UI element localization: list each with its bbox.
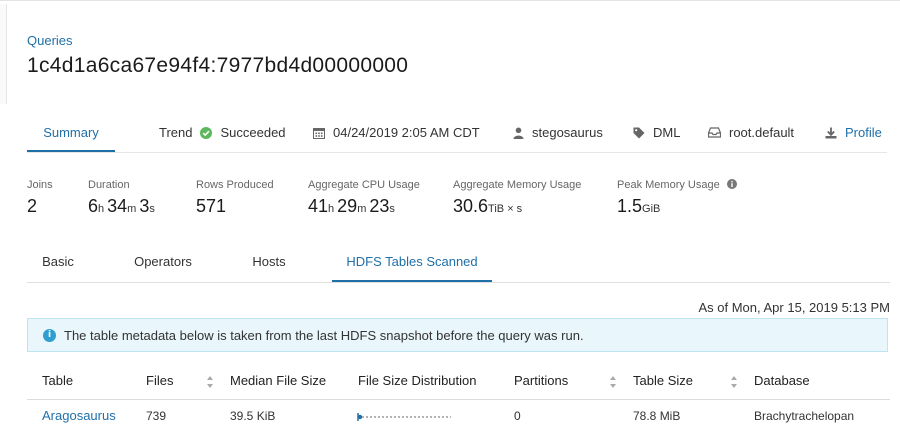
- column-header-files[interactable]: Files: [146, 365, 173, 399]
- table-header-row: Table Files Median File Size File Size D…: [27, 365, 890, 400]
- stat-label: Peak Memory Usage: [617, 179, 737, 191]
- profile-link[interactable]: Profile: [845, 125, 882, 140]
- database-name: Brachytrachelopan: [754, 409, 855, 423]
- profile-download-link[interactable]: Profile: [825, 125, 882, 140]
- hdfs-tables-table: Table Files Median File Size File Size D…: [27, 365, 890, 434]
- sort-icon[interactable]: [730, 375, 738, 389]
- alert-text: The table metadata below is taken from t…: [64, 327, 584, 343]
- window-top-border: [0, 0, 900, 5]
- inbox-icon: [708, 127, 721, 138]
- stat-label: Aggregate Memory Usage: [453, 179, 582, 191]
- left-panel-edge: [0, 4, 7, 104]
- partitions-count: 0: [514, 409, 521, 423]
- breadcrumb-queries[interactable]: Queries: [27, 33, 73, 48]
- stat-value: 1.5GiB: [617, 196, 661, 216]
- tab-operators[interactable]: Operators: [122, 246, 204, 282]
- stat-label: Duration: [88, 179, 130, 191]
- tab-summary[interactable]: Summary: [27, 116, 115, 152]
- table-name-link[interactable]: Aragosaurus: [42, 400, 116, 434]
- column-header-median-file-size[interactable]: Median File Size: [230, 365, 326, 399]
- check-circle-icon: [200, 126, 213, 139]
- status-text: Succeeded: [220, 125, 286, 140]
- stat-label: Aggregate CPU Usage: [308, 179, 420, 191]
- stat-joins: Joins 2: [27, 179, 53, 217]
- user-icon: [513, 127, 524, 139]
- summary-divider: [27, 152, 887, 153]
- type-text: DML: [653, 125, 681, 140]
- trend-label: Trend: [159, 125, 193, 140]
- calendar-icon: [313, 127, 325, 139]
- sort-icon[interactable]: [609, 375, 617, 389]
- query-type: DML: [633, 125, 680, 140]
- table-size: 78.8 MiB: [633, 409, 681, 423]
- stat-value: 571: [196, 196, 227, 216]
- column-header-partitions[interactable]: Partitions: [514, 365, 568, 399]
- column-header-file-size-distribution: File Size Distribution: [358, 373, 477, 388]
- stat-cpu-usage: Aggregate CPU Usage 41h 29m 23s: [308, 179, 420, 217]
- tag-icon: [633, 127, 645, 138]
- stat-value: 6h 34m 3s: [88, 196, 155, 216]
- trend-status: Trend Succeeded: [159, 125, 286, 140]
- info-circle-icon: i: [43, 328, 56, 342]
- snapshot-timestamp: As of Mon, Apr 15, 2019 5:13 PM: [698, 300, 890, 315]
- column-header-table[interactable]: Table: [42, 365, 73, 399]
- resource-pool: root.default: [708, 125, 794, 140]
- stat-rows-produced: Rows Produced 571: [196, 179, 274, 217]
- stat-peak-memory: Peak Memory Usage 1.5GiB: [617, 179, 737, 217]
- stat-value: 2: [27, 196, 38, 216]
- info-alert: i The table metadata below is taken from…: [27, 318, 888, 352]
- stat-value: 41h 29m 23s: [308, 196, 395, 216]
- tab-basic[interactable]: Basic: [27, 246, 89, 282]
- sort-icon[interactable]: [206, 375, 214, 389]
- median-file-size: 39.5 KiB: [230, 409, 276, 423]
- column-header-table-size[interactable]: Table Size: [633, 365, 693, 399]
- user-text: stegosaurus: [532, 125, 603, 140]
- stat-value: 30.6TiB × s: [453, 196, 523, 216]
- stat-label: Joins: [27, 179, 53, 191]
- column-header-database[interactable]: Database: [754, 365, 810, 399]
- date-text: 04/24/2019 2:05 AM CDT: [333, 125, 480, 140]
- detail-tabs: Basic Operators Hosts HDFS Tables Scanne…: [27, 246, 890, 283]
- table-row: Aragosaurus 739 39.5 KiB 0 78.8 MiB Brac…: [27, 400, 890, 434]
- tab-hosts[interactable]: Hosts: [240, 246, 298, 282]
- page-title: 1c4d1a6ca67e94f4:7977bd4d00000000: [27, 54, 409, 77]
- query-user: stegosaurus: [513, 125, 603, 140]
- stat-label: Rows Produced: [196, 179, 274, 191]
- file-size-distribution-sparkline: [357, 413, 451, 421]
- files-count: 739: [146, 409, 167, 423]
- query-date: 04/24/2019 2:05 AM CDT: [313, 125, 480, 140]
- tab-hdfs-tables-scanned[interactable]: HDFS Tables Scanned: [332, 246, 492, 282]
- pool-text: root.default: [729, 125, 795, 140]
- info-icon[interactable]: [726, 179, 737, 189]
- download-icon[interactable]: [825, 127, 837, 139]
- stat-memory-usage: Aggregate Memory Usage 30.6TiB × s: [453, 179, 581, 217]
- stat-duration: Duration 6h 34m 3s: [88, 179, 158, 217]
